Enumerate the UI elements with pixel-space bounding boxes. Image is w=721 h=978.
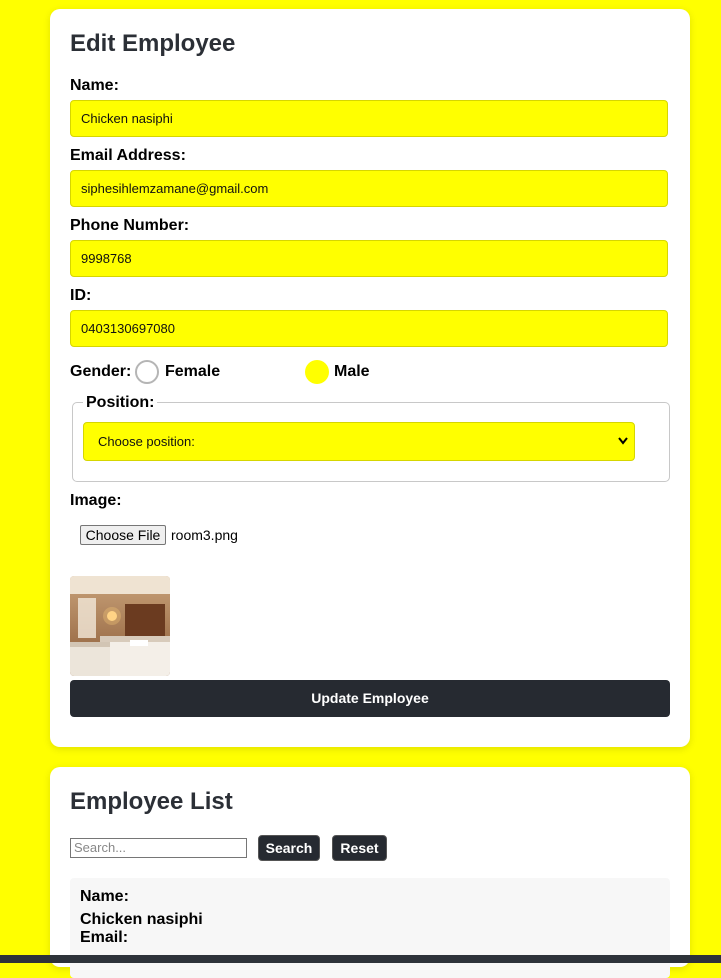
- search-input[interactable]: Search...: [70, 838, 247, 858]
- position-select-value: Choose position:: [98, 434, 195, 449]
- search-button[interactable]: Search: [258, 835, 320, 861]
- chevron-down-icon: [618, 423, 628, 474]
- reset-button[interactable]: Reset: [332, 835, 387, 861]
- edit-employee-title: Edit Employee: [70, 30, 236, 57]
- male-label[interactable]: Male: [334, 363, 370, 381]
- gender-row: Gender: Female Male: [70, 358, 470, 386]
- email-label: Email Address:: [70, 147, 186, 164]
- edit-employee-card: Edit Employee Name: Chicken nasiphi Emai…: [50, 9, 690, 747]
- file-name: room3.png: [171, 527, 238, 543]
- bottom-bar: [0, 955, 721, 963]
- employee-list-title: Employee List: [70, 788, 233, 815]
- female-label[interactable]: Female: [165, 363, 220, 381]
- choose-file-button[interactable]: Choose File: [80, 525, 166, 545]
- employee-image-preview: [70, 576, 170, 676]
- phone-label: Phone Number:: [70, 217, 190, 234]
- employee-name-value: Chicken nasiphi: [80, 911, 203, 928]
- image-label: Image:: [70, 492, 122, 509]
- id-label: ID:: [70, 287, 92, 304]
- position-legend: Position:: [83, 394, 158, 412]
- phone-input[interactable]: 9998768: [70, 240, 668, 277]
- employee-email-label: Email:: [80, 929, 129, 946]
- position-select[interactable]: Choose position:: [83, 422, 635, 461]
- name-input[interactable]: Chicken nasiphi: [70, 100, 668, 137]
- female-radio[interactable]: [135, 360, 159, 384]
- email-input[interactable]: siphesihlemzamane@gmail.com: [70, 170, 668, 207]
- employee-list-card: Employee List Search... Search Reset Nam…: [50, 767, 690, 978]
- id-input[interactable]: 0403130697080: [70, 310, 668, 347]
- position-fieldset: Position: Choose position:: [72, 394, 670, 482]
- male-radio[interactable]: [305, 360, 329, 384]
- name-label: Name:: [70, 77, 119, 94]
- gender-label: Gender:: [70, 363, 132, 380]
- update-employee-button[interactable]: Update Employee: [70, 680, 670, 717]
- employee-list-item: Name: Chicken nasiphi Email:: [70, 878, 670, 978]
- employee-name-label: Name:: [80, 888, 129, 905]
